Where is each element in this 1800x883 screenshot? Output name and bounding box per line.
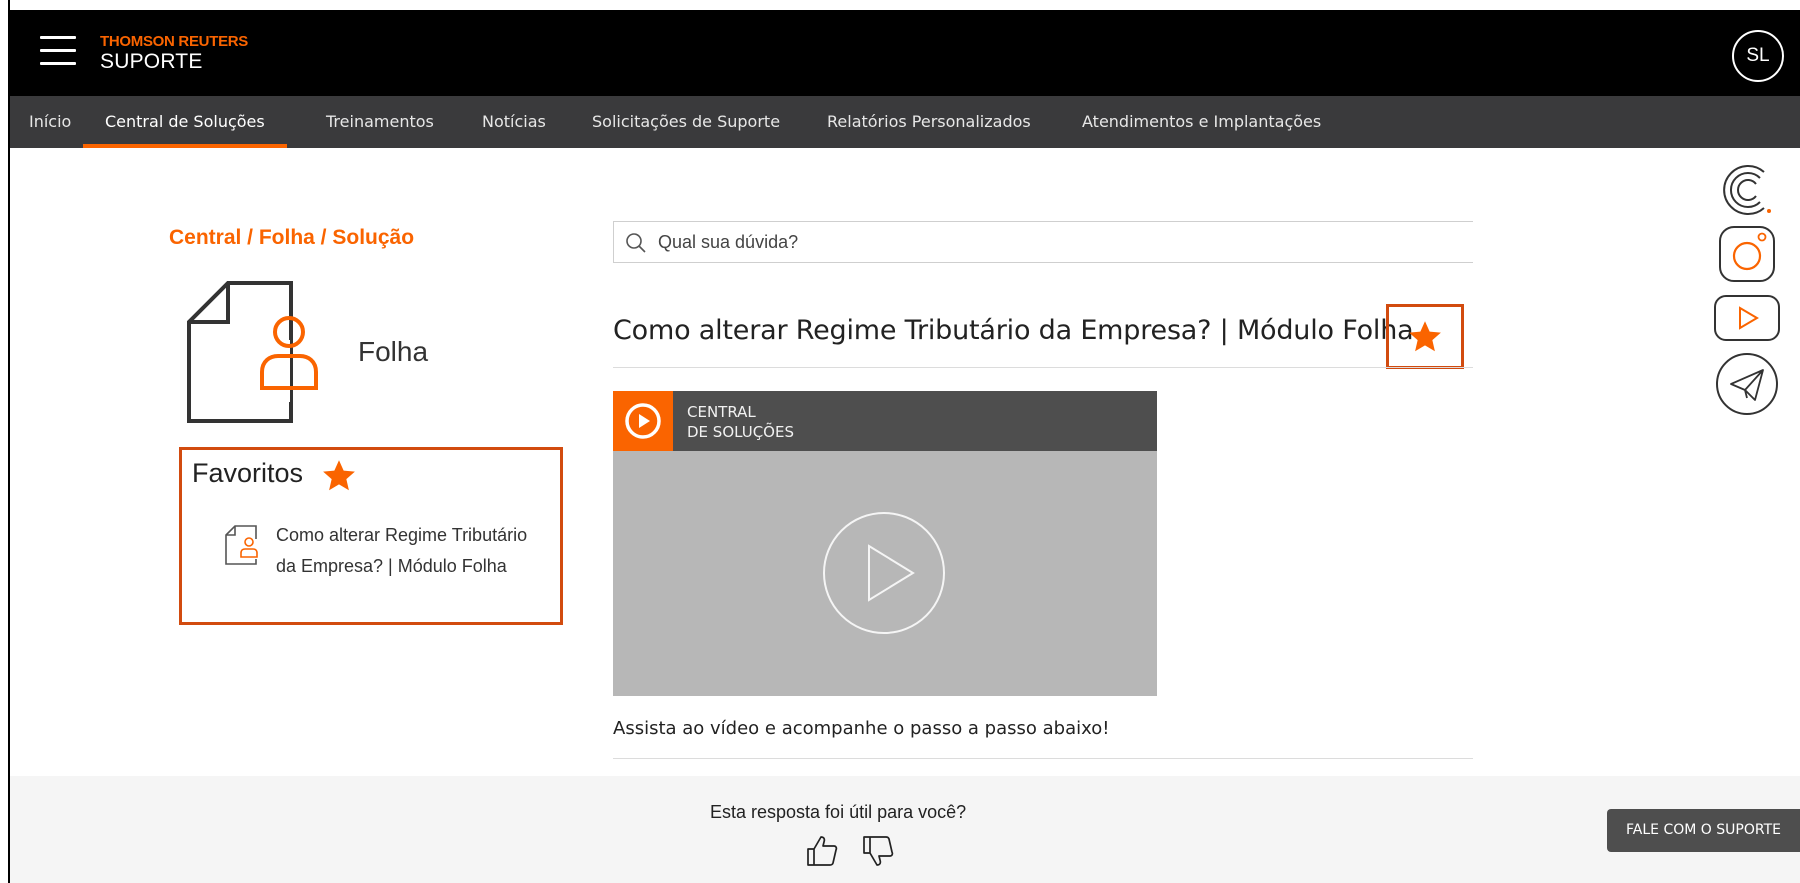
feedback-footer: Esta resposta foi útil para você? FALE C… — [10, 776, 1800, 883]
window-frame-top — [0, 0, 1800, 10]
youtube-icon[interactable] — [1713, 294, 1781, 342]
favorites-title: Favoritos — [192, 458, 304, 488]
brand-c-icon[interactable] — [1718, 160, 1774, 220]
main-nav: Início Central de Soluções Treinamentos … — [10, 96, 1800, 148]
contact-support-button[interactable]: FALE COM O SUPORTE — [1607, 809, 1800, 852]
video-header: CENTRAL DE SOLUÇÕES — [613, 391, 1157, 451]
search-icon — [626, 233, 646, 253]
brand-subtitle: SUPORTE — [100, 50, 203, 73]
nav-item-central-de-solucoes[interactable]: Central de Soluções — [83, 96, 287, 148]
search-bar — [613, 221, 1473, 263]
feedback-question: Esta resposta foi útil para você? — [710, 802, 967, 822]
video-caption-line1: CENTRAL — [687, 403, 756, 421]
instagram-icon[interactable] — [1718, 225, 1776, 283]
star-icon — [323, 460, 355, 491]
nav-item-inicio[interactable]: Início — [29, 96, 71, 148]
top-header: THOMSON REUTERS SUPORTE SL — [10, 10, 1800, 96]
article-title: Como alterar Regime Tributário da Empres… — [613, 315, 1414, 346]
search-input[interactable] — [658, 222, 1438, 262]
video-badge — [613, 391, 673, 451]
window-frame-left — [0, 0, 10, 883]
brand-name: THOMSON REUTERS — [100, 33, 249, 50]
video-caption-line2: DE SOLUÇÕES — [687, 423, 794, 441]
video-caption: CENTRAL DE SOLUÇÕES — [687, 402, 794, 442]
breadcrumb: Central / Folha / Solução — [169, 226, 415, 249]
thumbs-down-icon[interactable] — [861, 834, 895, 868]
favorite-toggle-button[interactable] — [1386, 304, 1464, 369]
video-player[interactable]: CENTRAL DE SOLUÇÕES — [613, 391, 1157, 696]
thumbs-up-icon[interactable] — [805, 834, 839, 868]
favorite-item-label: Como alterar Regime Tributário da Empres… — [276, 525, 528, 576]
telegram-icon[interactable] — [1715, 352, 1779, 416]
instructions-text: Assista ao vídeo e acompanhe o passo a p… — [613, 718, 1110, 739]
nav-item-relatorios-personalizados[interactable]: Relatórios Personalizados — [827, 96, 1031, 148]
person-icon — [260, 316, 318, 390]
divider — [613, 758, 1473, 759]
nav-item-treinamentos[interactable]: Treinamentos — [326, 96, 434, 148]
brand-logo[interactable]: THOMSON REUTERS SUPORTE — [100, 34, 248, 74]
divider — [613, 367, 1473, 368]
document-person-icon — [225, 525, 258, 565]
play-circle-icon — [625, 403, 661, 439]
hamburger-menu-icon[interactable] — [40, 36, 76, 68]
nav-item-atendimentos-e-implantacoes[interactable]: Atendimentos e Implantações — [1082, 96, 1321, 148]
star-icon — [1409, 320, 1441, 351]
favorites-panel: Favoritos Como alterar Regime Tributário… — [179, 447, 563, 625]
play-icon[interactable] — [821, 510, 947, 636]
category-label: Folha — [358, 336, 429, 367]
nav-item-solicitacoes-de-suporte[interactable]: Solicitações de Suporte — [592, 96, 780, 148]
user-avatar[interactable]: SL — [1732, 30, 1784, 82]
nav-item-noticias[interactable]: Notícias — [482, 96, 546, 148]
